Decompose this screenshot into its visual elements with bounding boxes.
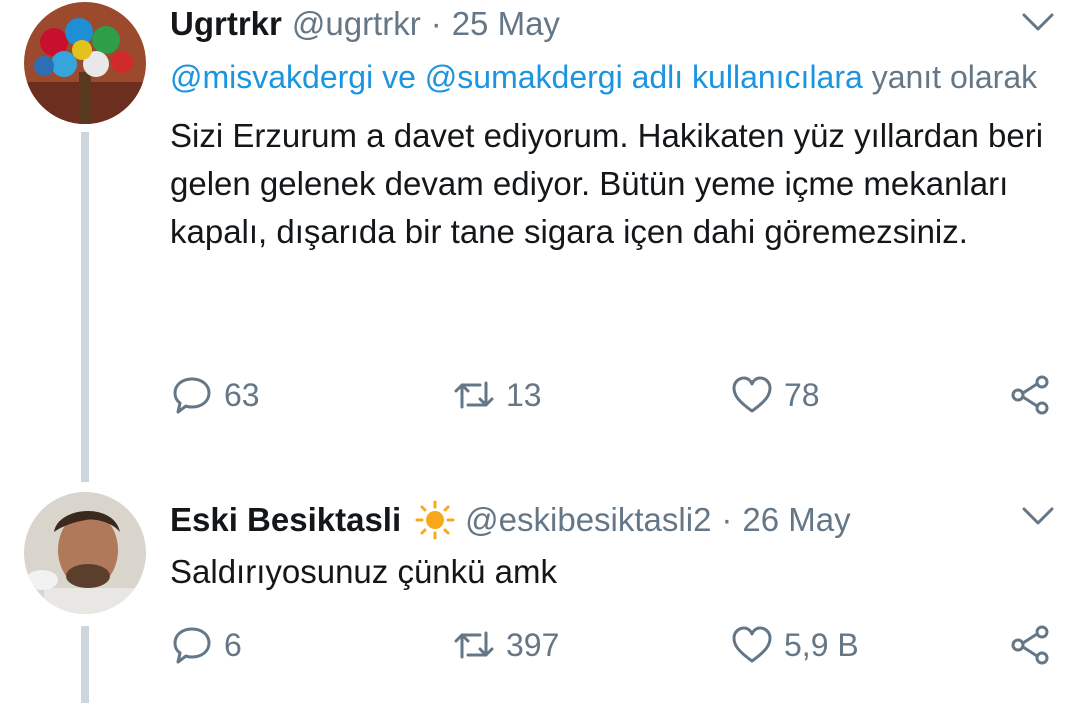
- share-button[interactable]: [1008, 620, 1052, 670]
- user-handle[interactable]: @eskibesiktasli2: [465, 501, 711, 539]
- sun-icon: [415, 500, 455, 540]
- reply-suffix: yanıt olarak: [862, 59, 1038, 95]
- reply-mentions[interactable]: @misvakdergi ve @sumakdergi adlı kullanı…: [170, 59, 863, 95]
- reply-context: @misvakdergi ve @sumakdergi adlı kullanı…: [170, 52, 1050, 102]
- heart-icon: [732, 376, 772, 413]
- share-icon: [1011, 625, 1049, 665]
- chevron-down-icon[interactable]: [1018, 496, 1058, 536]
- tweet-date[interactable]: 26 May: [742, 501, 850, 539]
- share-button[interactable]: [1008, 370, 1052, 420]
- display-name[interactable]: Ugrtrkr: [170, 5, 282, 43]
- tweet-header: Eski Besiktasli @eskibesiktasli2 · 26 Ma…: [170, 496, 1050, 544]
- heart-icon: [732, 626, 772, 663]
- tweet[interactable]: Ugrtrkr @ugrtrkr · 25 May @misvakdergi v…: [0, 0, 1080, 482]
- avatar[interactable]: [24, 492, 146, 614]
- tweet-text: Sizi Erzurum a davet ediyorum. Hakikaten…: [170, 117, 1044, 250]
- retweet-button[interactable]: 397: [452, 620, 559, 670]
- tweet-content: Eski Besiktasli @eskibesiktasli2 · 26 Ma…: [170, 496, 1050, 596]
- tweet-actions: 63 13 78: [170, 370, 1060, 420]
- separator-dot: ·: [721, 501, 733, 538]
- reply-icon: [173, 377, 211, 414]
- like-count: 78: [784, 376, 820, 413]
- separator-dot: ·: [430, 5, 442, 42]
- tweet-text: Saldırıyosunuz çünkü amk: [170, 553, 558, 590]
- like-count: 5,9 B: [784, 626, 859, 663]
- like-button[interactable]: 78: [730, 370, 820, 420]
- reply-button[interactable]: 63: [170, 370, 260, 420]
- thread-line: [81, 626, 89, 703]
- reply-icon: [173, 627, 211, 664]
- share-icon: [1011, 375, 1049, 415]
- like-button[interactable]: 5,9 B: [730, 620, 859, 670]
- reply-count: 6: [224, 626, 242, 663]
- display-name[interactable]: Eski Besiktasli: [170, 501, 401, 539]
- tweet-content: Ugrtrkr @ugrtrkr · 25 May @misvakdergi v…: [170, 0, 1050, 256]
- retweet-button[interactable]: 13: [452, 370, 542, 420]
- chevron-down-icon[interactable]: [1018, 2, 1058, 42]
- reply-count: 63: [224, 376, 260, 413]
- user-handle[interactable]: @ugrtrkr: [292, 5, 421, 43]
- reply-button[interactable]: 6: [170, 620, 242, 670]
- tweet-header: Ugrtrkr @ugrtrkr · 25 May: [170, 0, 1050, 48]
- retweet-count: 13: [506, 376, 542, 413]
- tweet-date[interactable]: 25 May: [452, 5, 560, 43]
- retweet-count: 397: [506, 626, 560, 663]
- avatar[interactable]: [24, 2, 146, 124]
- thread-line: [81, 132, 89, 482]
- retweet-icon: [454, 631, 494, 659]
- retweet-icon: [454, 381, 494, 409]
- tweet-actions: 6 397 5,9 B: [170, 620, 1060, 670]
